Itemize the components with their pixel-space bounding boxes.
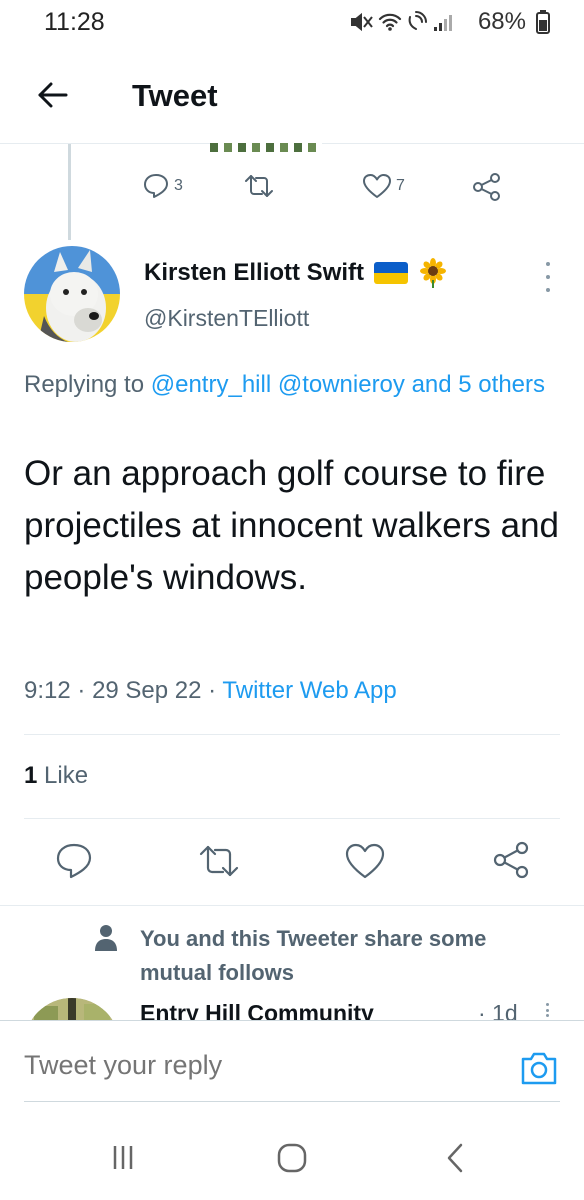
reply-icon [56, 843, 92, 879]
previous-like-button[interactable]: 7 [362, 172, 405, 200]
tweet-more-button[interactable] [538, 262, 558, 292]
home-icon [277, 1143, 307, 1173]
reply-more-button[interactable] [540, 1003, 554, 1017]
likes-divider [24, 818, 560, 819]
chevron-left-icon [447, 1143, 463, 1173]
ukraine-flag-icon [374, 262, 409, 284]
meta-divider [24, 734, 560, 735]
author-avatar[interactable] [24, 246, 120, 342]
previous-reply-count: 3 [174, 177, 183, 194]
avatar-image [24, 246, 120, 342]
heart-icon [345, 843, 385, 879]
battery-icon [536, 10, 550, 34]
author-name: Kirsten Elliott Swift [144, 259, 365, 286]
previous-tweet-image [210, 143, 322, 152]
replying-mentions-link[interactable]: @entry_hill @townieroy and 5 others [151, 371, 545, 398]
actions-divider [0, 905, 584, 906]
back-button[interactable] [30, 72, 76, 118]
camera-button[interactable] [520, 1050, 558, 1086]
retweet-button[interactable] [198, 842, 240, 885]
likes-summary[interactable]: 1 Like [24, 762, 88, 790]
share-icon [493, 841, 529, 879]
tweet-text: Or an approach golf course to fire proje… [24, 454, 560, 597]
reply-icon [144, 174, 168, 198]
tweet-source-link[interactable]: Twitter Web App [222, 677, 396, 704]
likes-label: Like [44, 762, 89, 789]
retweet-icon [245, 175, 273, 197]
author-name-row[interactable]: Kirsten Elliott Swift [144, 258, 448, 288]
tweet-meta: 9:12 · 29 Sep 22 · Twitter Web App [24, 677, 397, 705]
meta-separator-1: · [77, 677, 93, 704]
person-icon [95, 925, 117, 951]
like-button[interactable] [344, 842, 386, 885]
arrow-left-icon [38, 82, 68, 108]
meta-separator-2: · [208, 677, 223, 704]
reply-button[interactable] [54, 842, 94, 885]
share-button[interactable] [492, 840, 532, 885]
compose-underline [24, 1101, 560, 1102]
tweet-time: 9:12 [24, 677, 71, 704]
likes-count: 1 [24, 762, 38, 789]
back-nav-button[interactable] [442, 1142, 468, 1174]
sunflower-icon [420, 258, 447, 288]
previous-share-button[interactable] [472, 172, 502, 202]
mutual-follows-text: You and this Tweeter share some mutual f… [140, 926, 487, 985]
thread-line [68, 144, 71, 240]
home-button[interactable] [276, 1142, 308, 1174]
page-title: Tweet [132, 78, 218, 113]
status-icons [350, 11, 452, 32]
author-handle[interactable]: @KirstenTElliott [144, 305, 309, 332]
heart-icon [363, 174, 391, 198]
previous-reply-button[interactable]: 3 [142, 172, 183, 200]
tweet-date: 29 Sep 22 [92, 677, 202, 704]
battery-percent: 68% [477, 8, 526, 35]
recent-apps-button[interactable] [108, 1142, 138, 1172]
previous-like-count: 7 [396, 177, 405, 194]
replying-prefix: Replying to [24, 371, 145, 398]
retweet-icon [199, 845, 239, 877]
previous-retweet-button[interactable] [244, 172, 274, 200]
replying-to: Replying to @entry_hill @townieroy and 5… [24, 366, 564, 404]
camera-icon [521, 1052, 557, 1085]
recent-apps-icon [113, 1146, 133, 1169]
share-icon [473, 173, 500, 201]
reply-input[interactable] [24, 1050, 464, 1081]
status-time: 11:28 [44, 8, 105, 36]
status-indicators: 68% [348, 8, 550, 36]
